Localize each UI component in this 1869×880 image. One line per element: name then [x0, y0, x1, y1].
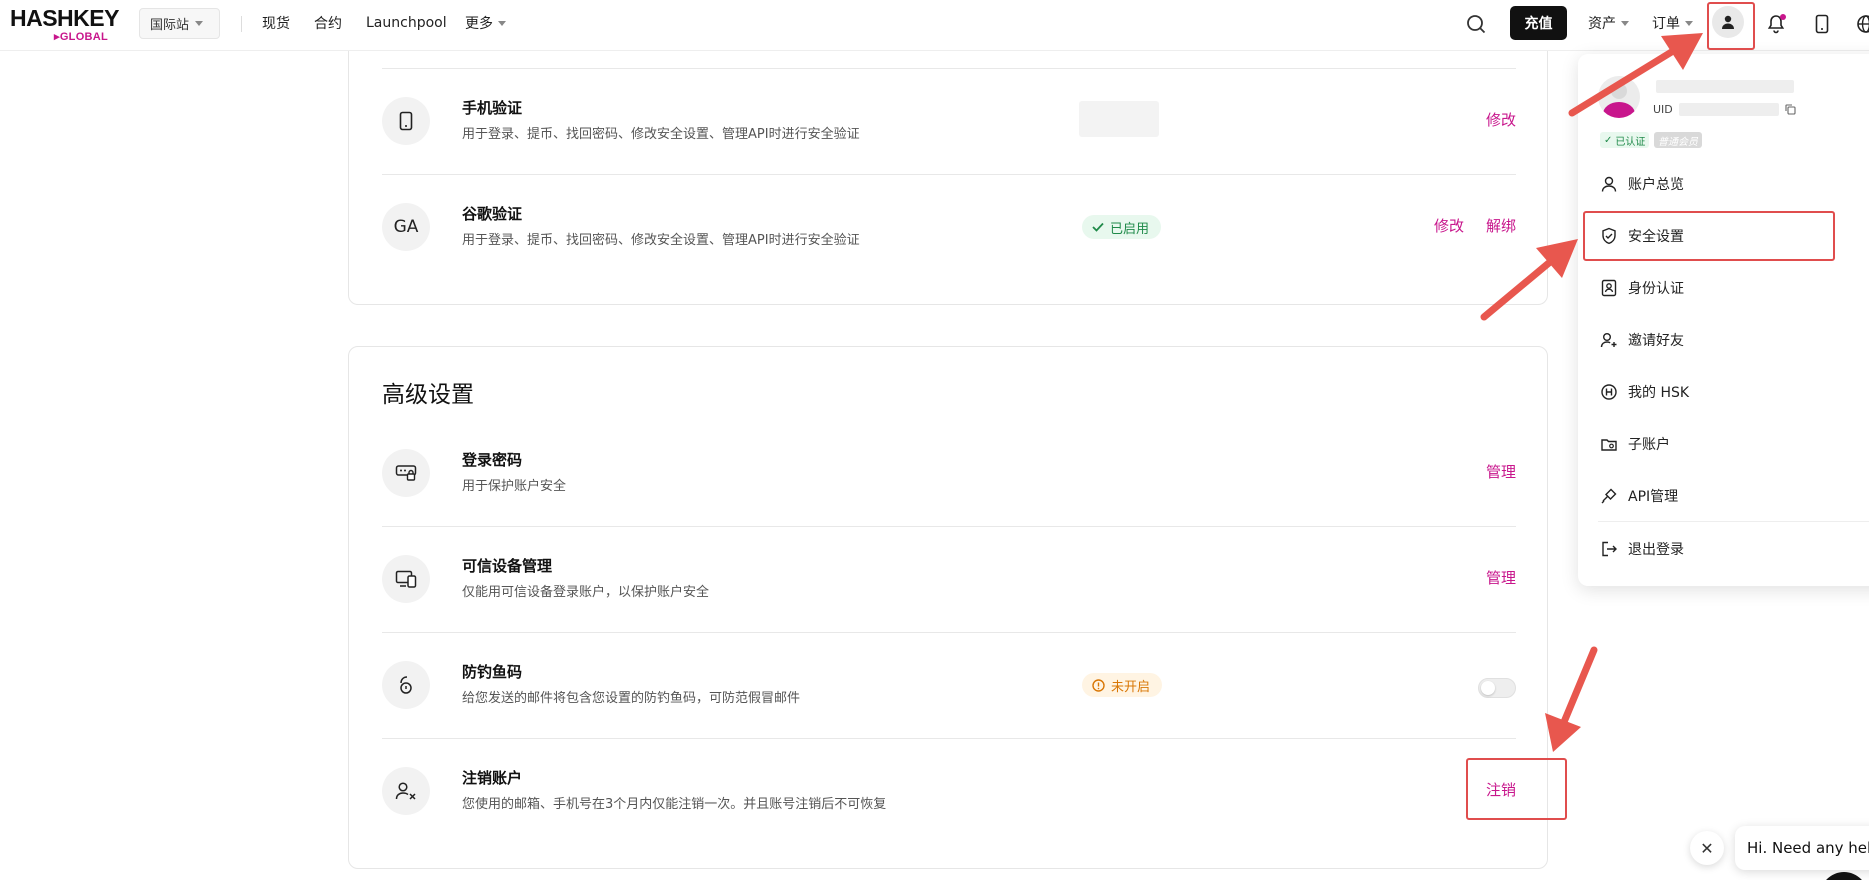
menu-item-logout[interactable]: 退出登录 — [1600, 529, 1860, 569]
sub-account-icon — [1601, 439, 1617, 451]
row-description: 用于保护账户安全 — [462, 479, 567, 494]
login-password-row: 登录密码 用于保护账户安全 管理 — [382, 421, 1516, 527]
logo-text: HASHKEY — [10, 5, 119, 31]
delete-user-icon — [382, 767, 430, 815]
modify-phone-link[interactable]: 修改 — [1486, 109, 1516, 130]
orders-menu[interactable]: 订单 — [1652, 0, 1693, 46]
site-selector[interactable]: 国际站 — [139, 8, 220, 39]
user-icon — [1601, 176, 1617, 192]
anti-phishing-toggle[interactable] — [1478, 678, 1516, 698]
chat-greeting-bubble[interactable]: Hi. Need any help? — [1735, 826, 1869, 870]
user-avatar-button[interactable] — [1712, 6, 1744, 38]
row-title: 注销账户 — [462, 769, 523, 787]
row-actions: 修改 解绑 — [1434, 215, 1516, 236]
devices-icon — [382, 555, 430, 603]
nav-spot[interactable]: 现货 — [262, 0, 290, 46]
uid-value-blurred — [1678, 103, 1779, 116]
row-title: 可信设备管理 — [462, 557, 553, 575]
notification-dot — [1780, 14, 1786, 20]
delete-account-link[interactable]: 注销 — [1486, 779, 1516, 800]
section-title: 高级设置 — [382, 382, 474, 408]
row-description: 您使用的邮箱、手机号在3个月内仅能注销一次。并且账号注销后不可恢复 — [462, 797, 887, 812]
divider — [241, 16, 242, 32]
row-description: 仅能用可信设备登录账户，以保护账户安全 — [462, 585, 710, 600]
unbind-google-auth-link[interactable]: 解绑 — [1486, 215, 1516, 236]
chevron-down-icon — [1685, 20, 1693, 26]
profile-avatar — [1598, 76, 1640, 118]
uid-label: UID — [1653, 103, 1673, 116]
phone-number-blurred — [1079, 101, 1162, 145]
anti-phishing-icon — [382, 661, 430, 709]
check-icon — [1092, 222, 1104, 232]
trusted-devices-row: 可信设备管理 仅能用可信设备登录账户，以保护账户安全 管理 — [382, 527, 1516, 633]
bell-icon[interactable] — [1762, 10, 1790, 38]
row-description: 给您发送的邮件将包含您设置的防钓鱼码，可防范假冒邮件 — [462, 691, 801, 706]
warning-icon — [1092, 678, 1105, 692]
menu-item-my-hsk[interactable]: 我的 HSK — [1600, 372, 1860, 412]
status-badge: 未开启 — [1082, 673, 1163, 697]
site-selector-label: 国际站 — [150, 18, 190, 33]
deposit-button[interactable]: 充值 — [1510, 6, 1567, 40]
logo-subtext: ▸GLOBAL — [54, 31, 109, 43]
row-description: 用于登录、提币、找回密码、修改安全设置、管理API时进行安全验证 — [462, 233, 860, 248]
row-title: 手机验证 — [462, 99, 523, 117]
menu-item-identity-verification[interactable]: 身份认证 — [1600, 268, 1860, 308]
modify-google-auth-link[interactable]: 修改 — [1434, 215, 1464, 236]
menu-item-security-settings[interactable]: 安全设置 — [1600, 216, 1860, 256]
google-authenticator-icon: GA — [382, 203, 430, 251]
nav-futures[interactable]: 合约 — [314, 0, 342, 46]
menu-item-invite-friends[interactable]: 邀请好友 — [1600, 320, 1860, 360]
password-icon — [382, 449, 430, 497]
verification-card: 手机验证 用于登录、提币、找回密码、修改安全设置、管理API时进行安全验证 修改… — [348, 34, 1548, 305]
manage-devices-link[interactable]: 管理 — [1486, 567, 1516, 588]
delete-account-row: 注销账户 您使用的邮箱、手机号在3个月内仅能注销一次。并且账号注销后不可恢复 注… — [382, 739, 1516, 845]
google-auth-row: GA 谷歌验证 用于登录、提币、找回密码、修改安全设置、管理API时进行安全验证… — [382, 175, 1516, 281]
mobile-app-icon[interactable] — [1808, 10, 1836, 38]
copy-icon[interactable] — [1785, 104, 1796, 115]
menu-item-account-overview[interactable]: 账户总览 — [1600, 164, 1860, 204]
row-actions: 管理 — [1486, 461, 1516, 482]
verified-badge: ✓ 已认证 — [1600, 132, 1650, 148]
menu-item-api-management[interactable]: API管理 — [1600, 476, 1860, 516]
member-level-badge: 普通会员 — [1654, 132, 1702, 148]
chevron-down-icon — [195, 21, 204, 26]
hashkey-logo[interactable]: HASHKEY ▸GLOBAL — [10, 5, 120, 43]
shield-check-icon — [1602, 227, 1616, 245]
logout-icon — [1602, 541, 1617, 557]
api-plug-icon — [1601, 488, 1617, 504]
assets-menu[interactable]: 资产 — [1588, 0, 1629, 46]
row-title: 防钓鱼码 — [462, 663, 523, 681]
row-title: 谷歌验证 — [462, 205, 523, 223]
anti-phishing-row: 防钓鱼码 给您发送的邮件将包含您设置的防钓鱼码，可防范假冒邮件 未开启 — [382, 633, 1516, 739]
manage-password-link[interactable]: 管理 — [1486, 461, 1516, 482]
top-navigation-bar: HASHKEY ▸GLOBAL 国际站 现货 合约 Launchpool 更多 … — [0, 0, 1869, 51]
row-actions: 注销 — [1486, 779, 1516, 800]
uid-row: UID — [1653, 103, 1796, 116]
username-blurred — [1656, 80, 1794, 93]
row-title: 登录密码 — [462, 451, 523, 469]
user-icon — [1722, 15, 1734, 29]
add-user-icon — [1600, 333, 1617, 348]
page: HASHKEY ▸GLOBAL 国际站 现货 合约 Launchpool 更多 … — [0, 0, 1869, 880]
chat-launcher-button[interactable] — [1820, 872, 1868, 880]
chevron-down-icon — [1621, 20, 1629, 26]
search-icon[interactable] — [1462, 10, 1490, 38]
menu-divider — [1598, 521, 1869, 522]
phone-verification-row: 手机验证 用于登录、提币、找回密码、修改安全设置、管理API时进行安全验证 修改 — [382, 68, 1516, 175]
id-card-icon — [1601, 279, 1617, 297]
advanced-settings-card: 高级设置 登录密码 用于保护账户安全 管理 可信设备管理 仅能用可信设备登录账户… — [348, 346, 1548, 869]
menu-item-sub-account[interactable]: 子账户 — [1600, 424, 1860, 464]
nav-more[interactable]: 更多 — [465, 0, 506, 46]
globe-icon[interactable] — [1852, 10, 1869, 38]
row-actions: 修改 — [1486, 109, 1516, 130]
row-description: 用于登录、提币、找回密码、修改安全设置、管理API时进行安全验证 — [462, 127, 860, 142]
hsk-token-icon — [1601, 384, 1617, 400]
nav-launchpool[interactable]: Launchpool — [366, 0, 447, 46]
phone-icon — [382, 97, 430, 145]
chevron-down-icon — [498, 20, 506, 26]
close-icon[interactable]: ✕ — [1690, 831, 1724, 865]
status-badge: 已启用 — [1082, 215, 1162, 239]
row-actions: 管理 — [1486, 567, 1516, 588]
user-dropdown-menu: UID → ✓已认证 普通会员 账户总览 安全设置 身份认证 邀请好友 我的 H… — [1578, 54, 1869, 586]
